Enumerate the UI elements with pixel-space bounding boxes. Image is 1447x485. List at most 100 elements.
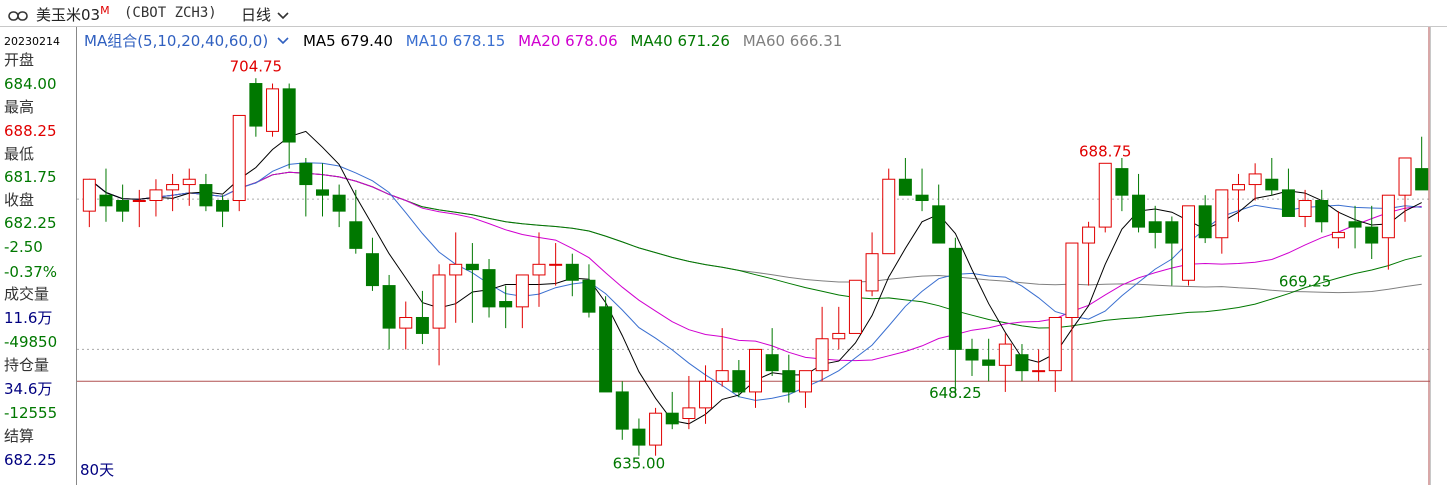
candle-down <box>1415 168 1429 191</box>
candle-down <box>1348 221 1362 228</box>
candle-down <box>915 194 929 202</box>
period-label: 日线 <box>241 6 272 24</box>
candle-up <box>1032 370 1046 373</box>
close-value: 682.25 <box>4 214 57 232</box>
low-value: 681.75 <box>4 168 57 186</box>
right-divider <box>1430 27 1431 485</box>
candle-down <box>965 348 979 361</box>
candle-up <box>815 338 829 372</box>
period-selector[interactable]: 日线 <box>241 4 290 25</box>
candle-up <box>715 370 729 382</box>
candle-down <box>1198 205 1212 239</box>
candle-down <box>1315 200 1329 223</box>
volume-value: 11.6万 <box>4 309 53 327</box>
candle-down <box>199 184 213 207</box>
candle-up <box>1098 162 1112 228</box>
candle-down <box>382 285 396 329</box>
candle-down <box>332 194 346 212</box>
candle-down <box>1115 168 1129 196</box>
candle-up <box>266 88 280 132</box>
candle-up <box>998 343 1012 366</box>
candlestick-chart[interactable]: 704.75 635.00 688.75 648.25 669.25 <box>77 27 1447 485</box>
candle-up <box>449 263 463 276</box>
change-pct-value: -0.37% <box>4 263 58 281</box>
candle-down <box>665 412 679 425</box>
volume-label: 成交量 <box>4 285 50 303</box>
symbol-mark: M <box>100 4 110 17</box>
candle-down <box>982 359 996 366</box>
candle-up <box>149 189 163 202</box>
candle-down <box>1132 194 1146 228</box>
candle-down <box>948 247 962 350</box>
candle-up <box>532 263 546 276</box>
candle-down <box>415 316 429 334</box>
candle-up <box>1298 200 1312 217</box>
candle-up <box>865 253 879 292</box>
candle-up <box>682 407 696 420</box>
candle-up <box>1398 157 1412 196</box>
candle-down <box>732 370 746 393</box>
title-bar: 美玉米03M (CBOT ZCH3) 日线 <box>0 0 1447 27</box>
link-icon[interactable] <box>8 7 28 26</box>
visible-days-label: 80天 <box>80 461 115 479</box>
trough-price-label: 648.25 <box>929 384 982 402</box>
candle-down <box>315 189 329 196</box>
candle-up <box>1248 173 1262 186</box>
symbol-title: 美玉米03M <box>36 4 110 25</box>
settle-value: 682.25 <box>4 451 57 469</box>
candle-down <box>1165 221 1179 244</box>
candle-up <box>1231 184 1245 191</box>
candle-down <box>499 301 513 308</box>
candle-down <box>1265 178 1279 191</box>
candle-down <box>1365 226 1379 244</box>
candle-up <box>182 178 196 186</box>
symbol-code: (CBOT ZCH3) <box>124 5 217 21</box>
candle-up <box>1381 194 1395 239</box>
candle-down <box>615 391 629 430</box>
settle-label: 结算 <box>4 427 35 445</box>
volume-change-value: -49850 <box>4 333 58 351</box>
candle-down <box>299 162 313 186</box>
candle-down <box>898 178 912 196</box>
candle-up <box>798 370 812 393</box>
change-value: -2.50 <box>4 238 43 256</box>
open-interest-label: 持仓量 <box>4 356 50 374</box>
open-value: 684.00 <box>4 75 57 93</box>
candle-up <box>699 380 713 409</box>
high-label: 最高 <box>4 98 35 116</box>
high-value: 688.25 <box>4 122 57 140</box>
open-label: 开盘 <box>4 51 35 69</box>
symbol-name: 美玉米03 <box>36 6 101 24</box>
peak-price-label: 688.75 <box>1079 143 1132 161</box>
candle-up <box>1048 316 1062 372</box>
candle-up <box>1331 231 1345 239</box>
candle-up <box>749 348 762 393</box>
candle-down <box>365 253 379 287</box>
candle-up <box>1065 242 1079 318</box>
low-label: 最低 <box>4 145 35 163</box>
open-interest-value: 34.6万 <box>4 380 53 398</box>
candle-up <box>848 279 862 334</box>
candle-down <box>782 370 796 393</box>
candle-down <box>599 306 613 393</box>
candle-down <box>1148 221 1162 233</box>
candle-down <box>216 200 230 212</box>
candle-down <box>349 221 363 249</box>
chevron-down-icon <box>277 11 289 19</box>
candle-up <box>432 274 446 329</box>
candle-up <box>132 200 146 203</box>
candle-up <box>882 178 896 255</box>
candle-down <box>632 428 646 446</box>
candle-up <box>82 178 96 212</box>
candle-up <box>232 114 246 202</box>
candle-up <box>399 316 413 329</box>
recent-low-label: 669.25 <box>1279 272 1332 290</box>
quote-info-panel: 20230214 开盘 684.00 最高 688.25 最低 681.75 收… <box>0 27 77 485</box>
close-label: 收盘 <box>4 191 35 209</box>
high-price-label: 704.75 <box>230 58 282 76</box>
open-interest-change-value: -12555 <box>4 404 58 422</box>
candle-down <box>765 354 779 372</box>
candle-up <box>1182 205 1196 281</box>
candle-up <box>649 412 663 446</box>
candle-down <box>116 200 130 212</box>
